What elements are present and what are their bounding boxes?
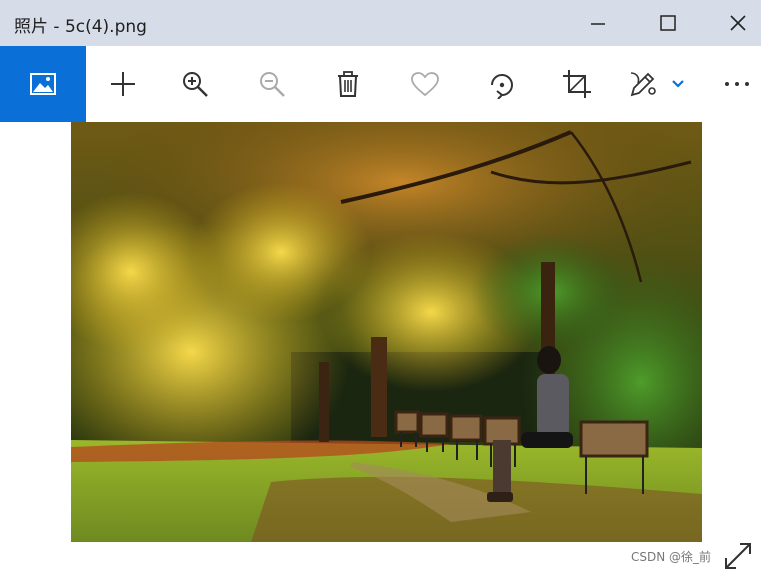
zoom-out-icon (260, 72, 285, 97)
maximize-button[interactable] (633, 0, 703, 46)
rotate-icon (491, 74, 513, 99)
edit-dropdown-button[interactable] (652, 46, 704, 122)
maximize-icon (660, 15, 676, 31)
crop-icon (563, 70, 591, 98)
more-button[interactable] (712, 46, 761, 122)
photo-icon (30, 73, 56, 95)
rotate-button[interactable] (471, 46, 531, 122)
expand-icon (725, 543, 751, 569)
photo-view (71, 122, 702, 542)
zoom-in-icon (183, 72, 208, 97)
watermark-text: CSDN @徐_前 (630, 550, 711, 564)
minimize-icon (591, 23, 605, 25)
close-button[interactable] (703, 0, 761, 46)
fullscreen-button[interactable] (722, 540, 754, 572)
view-photo-button[interactable] (0, 46, 86, 122)
toolbar (0, 46, 761, 122)
zoom-in-button[interactable] (165, 46, 225, 122)
favorite-icon (411, 72, 439, 97)
add-icon (111, 72, 135, 96)
chevron-down-icon (672, 80, 684, 88)
crop-button[interactable] (547, 46, 607, 122)
minimize-button[interactable] (563, 0, 633, 46)
title-bar: 照片 - 5c(4).png (0, 0, 761, 46)
zoom-out-button[interactable] (242, 46, 302, 122)
photo-image (71, 122, 702, 542)
window-title: 照片 - 5c(4).png (14, 17, 147, 37)
close-icon (730, 15, 746, 31)
delete-button[interactable] (318, 46, 378, 122)
more-icon (724, 82, 749, 86)
favorite-button[interactable] (395, 46, 455, 122)
add-button[interactable] (93, 46, 153, 122)
delete-icon (338, 71, 358, 97)
